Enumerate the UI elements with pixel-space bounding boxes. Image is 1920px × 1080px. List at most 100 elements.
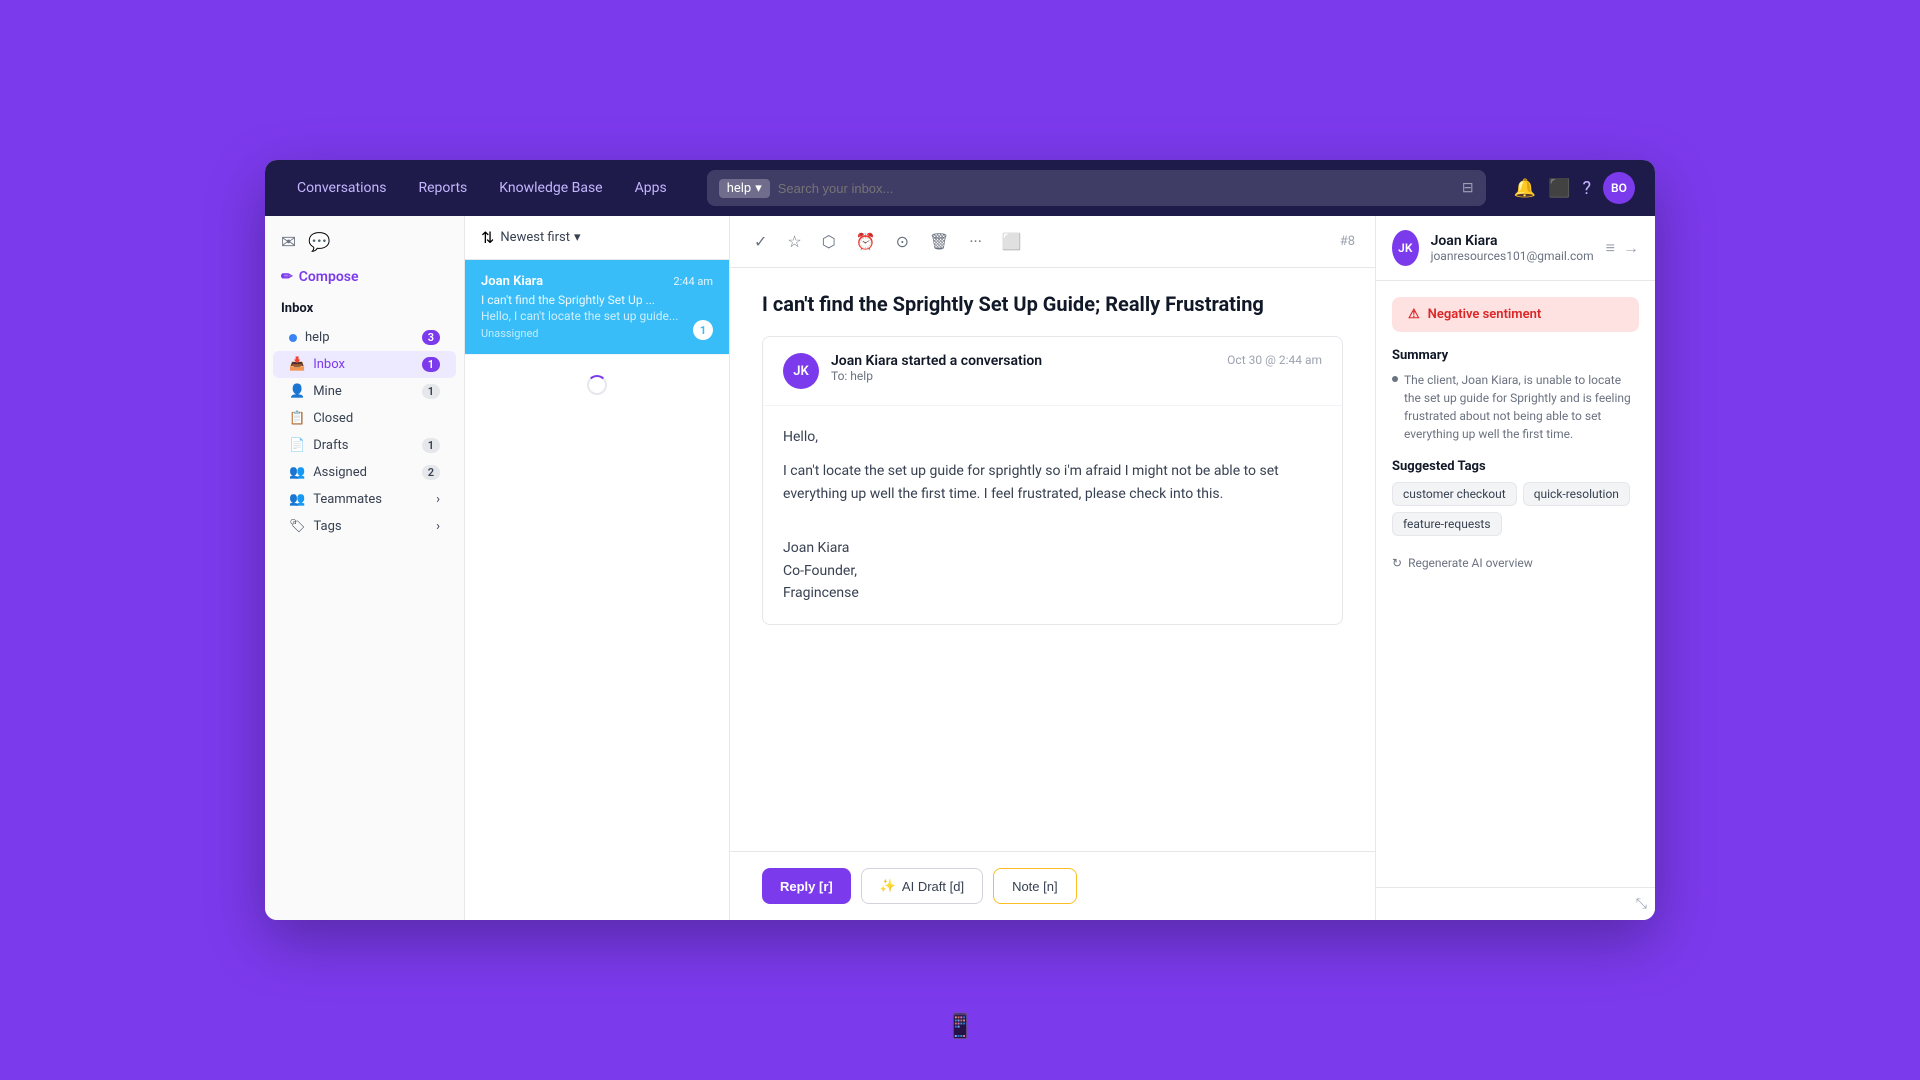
inbox-badge: 1 <box>422 357 440 372</box>
nav-apps[interactable]: Apps <box>623 174 679 202</box>
mine-icon: 👤 <box>289 384 305 399</box>
note-button[interactable]: Note [n] <box>993 868 1077 904</box>
sign-company: Fragincense <box>783 582 1322 604</box>
sidebar: ✉ 💬 ✏ Compose Inbox help 3 📥 Inbox <box>265 216 465 920</box>
conversation-toolbar: ✓ ☆ ⬡ ⏰ ⊙ 🗑 ··· ⬜ #8 <box>730 216 1375 268</box>
nav-conversations[interactable]: Conversations <box>285 174 398 202</box>
sentiment-icon: ⚠ <box>1408 307 1420 322</box>
sidebar-item-drafts[interactable]: 📄 Drafts 1 <box>273 432 456 459</box>
sort-button[interactable]: Newest first ▾ <box>500 230 580 245</box>
sidebar-item-teammates[interactable]: 👥 Teammates › <box>273 486 456 513</box>
suggested-tags-title: Suggested Tags <box>1392 459 1639 474</box>
conversation-item[interactable]: Joan Kiara 2:44 am I can't find the Spri… <box>465 260 729 355</box>
ai-draft-icon: ✨ <box>880 878 896 894</box>
summary-text: The client, Joan Kiara, is unable to loc… <box>1392 371 1639 443</box>
message-body: Hello, I can't locate the set up guide f… <box>763 406 1342 537</box>
drafts-icon: 📄 <box>289 438 305 453</box>
conversation-view: ✓ ☆ ⬡ ⏰ ⊙ 🗑 ··· ⬜ #8 I can't find the Sp… <box>730 216 1375 920</box>
sign-title: Co-Founder, <box>783 560 1322 582</box>
sign-name: Joan Kiara <box>783 537 1322 559</box>
more-icon[interactable]: ··· <box>965 228 986 255</box>
ai-draft-label: AI Draft [d] <box>902 879 964 894</box>
nav-reports[interactable]: Reports <box>406 174 479 202</box>
grid-icon[interactable]: ⬛ <box>1548 178 1570 199</box>
tag-quick-resolution[interactable]: quick-resolution <box>1523 482 1630 506</box>
main-area: ✉ 💬 ✏ Compose Inbox help 3 📥 Inbox <box>265 216 1655 920</box>
device-icon: 📱 <box>945 1012 975 1040</box>
sentiment-badge: ⚠ Negative sentiment <box>1392 297 1639 332</box>
sidebar-item-help[interactable]: help 3 <box>273 324 456 351</box>
envelope-icon[interactable]: ✉ <box>281 232 296 253</box>
label-icon[interactable]: ⬡ <box>818 228 840 255</box>
conv-preview: Hello, I can't locate the set up guide..… <box>481 309 713 323</box>
user-avatar[interactable]: BO <box>1603 172 1635 204</box>
nav-knowledge-base[interactable]: Knowledge Base <box>487 174 614 202</box>
check-icon[interactable]: ✓ <box>750 228 771 255</box>
sidebar-closed-label: Closed <box>313 411 353 426</box>
message-container: JK Joan Kiara started a conversation To:… <box>762 336 1343 625</box>
delete-icon[interactable]: 🗑 <box>925 228 953 255</box>
sort-arrow-icon: ⇅ <box>481 228 494 247</box>
regen-icon: ↻ <box>1392 556 1402 570</box>
help-icon[interactable]: ? <box>1582 178 1591 199</box>
bottom-device-indicator: 📱 <box>945 1012 975 1040</box>
reply-area: Reply [r] ✨ AI Draft [d] Note [n] <box>730 851 1375 920</box>
regen-label: Regenerate AI overview <box>1408 556 1533 570</box>
suggested-tags-section: Suggested Tags customer checkout quick-r… <box>1392 459 1639 578</box>
sidebar-drafts-label: Drafts <box>313 438 348 453</box>
filter-icon[interactable]: ⊟ <box>1462 180 1474 196</box>
compose-label: Compose <box>299 269 359 285</box>
summary-content: The client, Joan Kiara, is unable to loc… <box>1404 371 1639 443</box>
conversation-content: I can't find the Sprightly Set Up Guide;… <box>730 268 1375 851</box>
top-navigation: Conversations Reports Knowledge Base App… <box>265 160 1655 216</box>
notification-icon[interactable]: 🔔 <box>1514 178 1536 199</box>
reply-button[interactable]: Reply [r] <box>762 868 851 904</box>
chat-icon[interactable]: 💬 <box>308 232 330 253</box>
panel-settings-icon[interactable]: ≡ <box>1606 238 1615 258</box>
sidebar-mine-label: Mine <box>313 384 342 399</box>
sidebar-help-label: help <box>305 330 330 345</box>
teammates-icon: 👥 <box>289 492 305 507</box>
panel-expand-icon[interactable]: → <box>1623 238 1639 258</box>
tags-grid: customer checkout quick-resolution featu… <box>1392 482 1639 536</box>
help-filter-badge[interactable]: help ▾ <box>719 179 770 198</box>
snooze-icon[interactable]: ⏰ <box>852 228 880 255</box>
sentiment-label: Negative sentiment <box>1428 307 1542 322</box>
message-signature: Joan Kiara Co-Founder, Fragincense <box>763 537 1342 624</box>
sidebar-tags-label: Tags <box>314 519 342 534</box>
ai-draft-button[interactable]: ✨ AI Draft [d] <box>861 868 983 904</box>
tag-feature-requests[interactable]: feature-requests <box>1392 512 1502 536</box>
sidebar-item-mine[interactable]: 👤 Mine 1 <box>273 378 456 405</box>
blue-dot <box>289 334 297 342</box>
nav-icon-group: 🔔 ⬛ ? BO <box>1514 172 1635 204</box>
search-bar: help ▾ ⊟ <box>707 170 1486 206</box>
loading-spinner <box>465 355 729 415</box>
regenerate-button[interactable]: ↻ Regenerate AI overview <box>1392 548 1639 578</box>
tag-customer-checkout[interactable]: customer checkout <box>1392 482 1517 506</box>
right-panel-content: ⚠ Negative sentiment Summary The client,… <box>1376 281 1655 887</box>
sidebar-item-assigned[interactable]: 👥 Assigned 2 <box>273 459 456 486</box>
contact-email: joanresources101@gmail.com <box>1431 249 1594 263</box>
sidebar-item-closed[interactable]: 📋 Closed <box>273 405 456 432</box>
summary-dot <box>1392 376 1398 382</box>
contact-avatar: JK <box>1392 230 1419 266</box>
message-date: Oct 30 @ 2:44 am <box>1227 353 1322 367</box>
sidebar-item-tags[interactable]: 🏷 Tags › <box>273 513 456 540</box>
star-icon[interactable]: ☆ <box>783 228 805 255</box>
compose-button[interactable]: ✏ Compose <box>265 265 464 297</box>
screen-icon[interactable]: ⬜ <box>998 228 1026 255</box>
conv-time: 2:44 am <box>673 275 713 288</box>
sort-label: Newest first <box>500 230 570 245</box>
drafts-badge: 1 <box>422 438 440 453</box>
message-meta: Joan Kiara started a conversation To: he… <box>831 353 1215 383</box>
timer-icon[interactable]: ⊙ <box>892 228 913 255</box>
search-input[interactable] <box>778 181 1454 196</box>
sidebar-item-inbox[interactable]: 📥 Inbox 1 <box>273 351 456 378</box>
footer-expand-icon[interactable]: ⤡ <box>1636 896 1647 912</box>
message-greeting: Hello, <box>783 426 1322 448</box>
conv-list-header: ⇅ Newest first ▾ <box>465 216 729 260</box>
spinner <box>587 375 607 395</box>
message-avatar: JK <box>783 353 819 389</box>
compose-pen-icon: ✏ <box>281 269 293 285</box>
conv-item-header: Joan Kiara 2:44 am <box>481 274 713 289</box>
